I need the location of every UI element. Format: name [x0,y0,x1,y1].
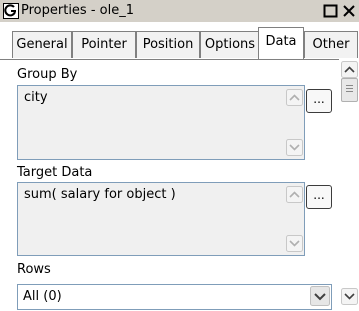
group-by-browse-button[interactable]: ... [306,89,332,113]
target-data-browse-button[interactable]: ... [306,185,332,209]
target-data-label: Target Data [17,165,93,180]
restore-icon[interactable] [323,3,339,19]
scroll-down-icon[interactable] [341,288,358,305]
tab-options[interactable]: Options [200,31,260,58]
tab-position[interactable]: Position [136,31,200,58]
scroll-up-icon[interactable] [286,89,303,106]
target-data-field[interactable]: sum( salary for object ) [17,182,305,256]
tab-other[interactable]: Other [304,31,358,58]
tab-strip: General Pointer Position Options Data Ot… [0,23,359,60]
tab-data[interactable]: Data [258,27,304,59]
rows-label: Rows [17,262,51,277]
scroll-thumb[interactable] [341,78,358,102]
tab-general[interactable]: General [12,31,72,58]
group-by-value: city [24,90,48,105]
scroll-down-icon[interactable] [286,139,303,156]
scroll-up-icon[interactable] [341,61,358,78]
page-scrollbar[interactable] [339,59,359,311]
scroll-down-icon[interactable] [286,235,303,252]
properties-icon [3,3,19,19]
chevron-down-icon[interactable] [310,286,330,306]
rows-select[interactable]: All (0) [17,284,332,310]
group-by-label: Group By [17,67,78,82]
properties-window: Properties - ole_1 General Pointer Posit… [0,0,359,311]
window-title: Properties - ole_1 [21,3,134,18]
tab-pointer[interactable]: Pointer [72,31,136,58]
title-bar[interactable]: Properties - ole_1 [0,0,359,22]
close-icon[interactable] [341,3,357,19]
scroll-up-icon[interactable] [286,186,303,203]
rows-value: All (0) [23,289,62,304]
target-data-value: sum( salary for object ) [24,187,176,202]
group-by-field[interactable]: city [17,85,305,160]
